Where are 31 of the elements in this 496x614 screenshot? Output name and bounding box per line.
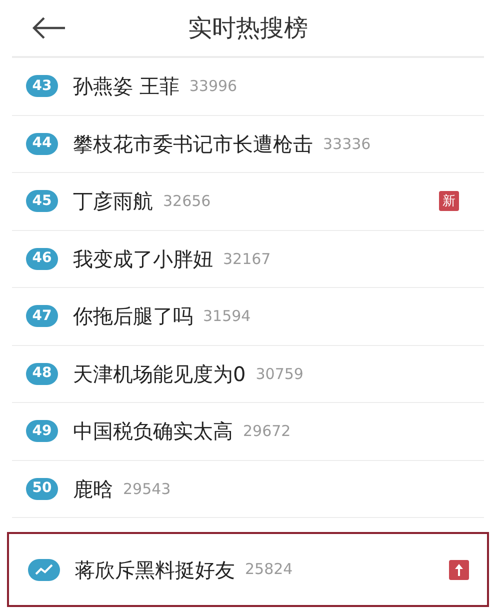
topic-title[interactable]: 我变成了小胖妞 <box>73 244 213 274</box>
topic-title[interactable]: 中国税负确实太高 <box>73 416 233 446</box>
search-count: 29543 <box>123 478 171 500</box>
rank-badge: 46 <box>26 248 58 270</box>
topic-title[interactable]: 蒋欣斥黑料挺好友 <box>75 554 235 584</box>
highlighted-row[interactable]: 蒋欣斥黑料挺好友 25824 <box>7 532 489 607</box>
search-count: 30759 <box>256 364 304 384</box>
rank-badge: 49 <box>26 420 58 442</box>
rank-badge: 43 <box>26 75 58 98</box>
topic-title[interactable]: 丁彦雨航 <box>73 186 153 216</box>
search-count: 29672 <box>243 421 291 442</box>
search-count: 32167 <box>223 248 271 270</box>
rank-badge: 45 <box>26 190 58 212</box>
search-count: 25824 <box>245 559 293 580</box>
search-count: 33336 <box>323 134 371 154</box>
back-arrow-icon[interactable] <box>32 17 66 39</box>
trend-icon <box>28 558 60 580</box>
rank-badge: 44 <box>26 132 58 155</box>
topic-title[interactable]: 孙燕姿 王菲 <box>73 71 180 102</box>
topic-title[interactable]: 你拖后腿了吗 <box>73 301 193 332</box>
topic-title[interactable]: 天津机场能见度为0 <box>73 358 246 389</box>
topic-title[interactable]: 鹿晗 <box>73 474 113 504</box>
new-badge: 新 <box>439 191 459 212</box>
rank-badge: 48 <box>26 362 58 385</box>
topic-title[interactable]: 攀枝花市委书记市长遭枪击 <box>73 128 313 159</box>
search-count: 32656 <box>163 191 211 212</box>
rank-badge: 47 <box>26 305 58 328</box>
page-title: 实时热搜榜 <box>188 13 308 44</box>
rank-badge: 50 <box>26 478 58 500</box>
search-count: 33996 <box>189 76 238 97</box>
search-count: 31594 <box>203 306 251 327</box>
